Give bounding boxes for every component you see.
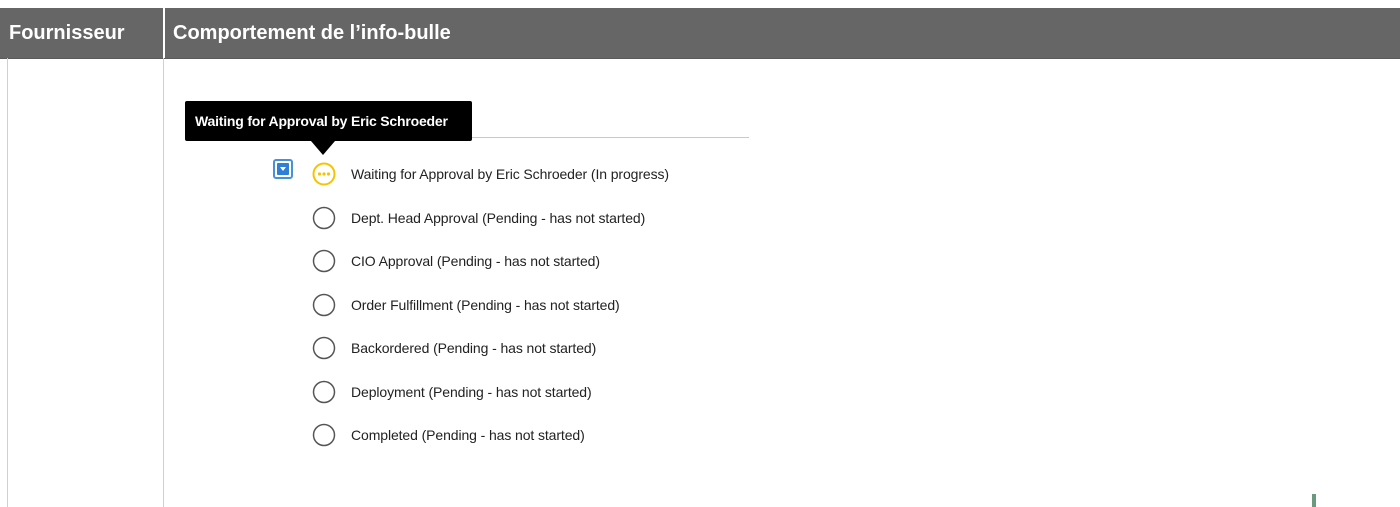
collapse-toggle-button[interactable] xyxy=(273,159,293,179)
stage-label: Deployment (Pending - has not started) xyxy=(351,383,592,400)
pending-circle-icon xyxy=(312,336,336,360)
pending-circle-icon xyxy=(312,380,336,403)
stage-tooltip: Waiting for Approval by Eric Schroeder xyxy=(185,101,472,141)
stage-label: Completed (Pending - has not started) xyxy=(351,427,585,443)
stage-item[interactable]: Deployment (Pending - has not started) xyxy=(312,370,812,414)
stage-item[interactable]: Waiting for Approval by Eric Schroeder (… xyxy=(312,152,812,196)
header-tooltip-behavior: Comportement de l’info-bulle xyxy=(173,22,451,44)
stage-item[interactable]: Order Fulfillment (Pending - has not sta… xyxy=(312,283,812,327)
table-column-divider xyxy=(163,58,164,507)
stage-list: Waiting for Approval by Eric Schroeder (… xyxy=(312,152,812,457)
stage-label: Backordered (Pending - has not started) xyxy=(351,340,597,356)
pending-circle-icon xyxy=(312,249,336,273)
stage-item[interactable]: Backordered (Pending - has not started) xyxy=(312,326,812,370)
stage-label: Waiting for Approval by Eric Schroeder (… xyxy=(351,166,669,182)
in-progress-icon xyxy=(312,162,336,186)
chevron-down-icon xyxy=(277,163,289,175)
pending-circle-icon xyxy=(312,293,336,316)
stage-label: CIO Approval (Pending - has not started) xyxy=(351,253,600,269)
table-header-row: Fournisseur Comportement de l’info-bulle xyxy=(0,8,1400,59)
stage-item[interactable]: Dept. Head Approval (Pending - has not s… xyxy=(312,196,812,240)
edge-marker xyxy=(1312,494,1316,507)
pending-circle-icon xyxy=(312,423,336,447)
stage-item[interactable]: Completed (Pending - has not started) xyxy=(312,413,812,457)
pending-circle-icon xyxy=(312,206,336,229)
comparison-table: Fournisseur Comportement de l’info-bulle… xyxy=(0,0,1400,507)
stage-item[interactable]: CIO Approval (Pending - has not started) xyxy=(312,239,812,283)
table-left-border xyxy=(7,58,8,507)
header-fournisseur: Fournisseur xyxy=(9,22,125,44)
stage-label: Dept. Head Approval (Pending - has not s… xyxy=(351,209,646,226)
stage-label: Order Fulfillment (Pending - has not sta… xyxy=(351,296,620,313)
